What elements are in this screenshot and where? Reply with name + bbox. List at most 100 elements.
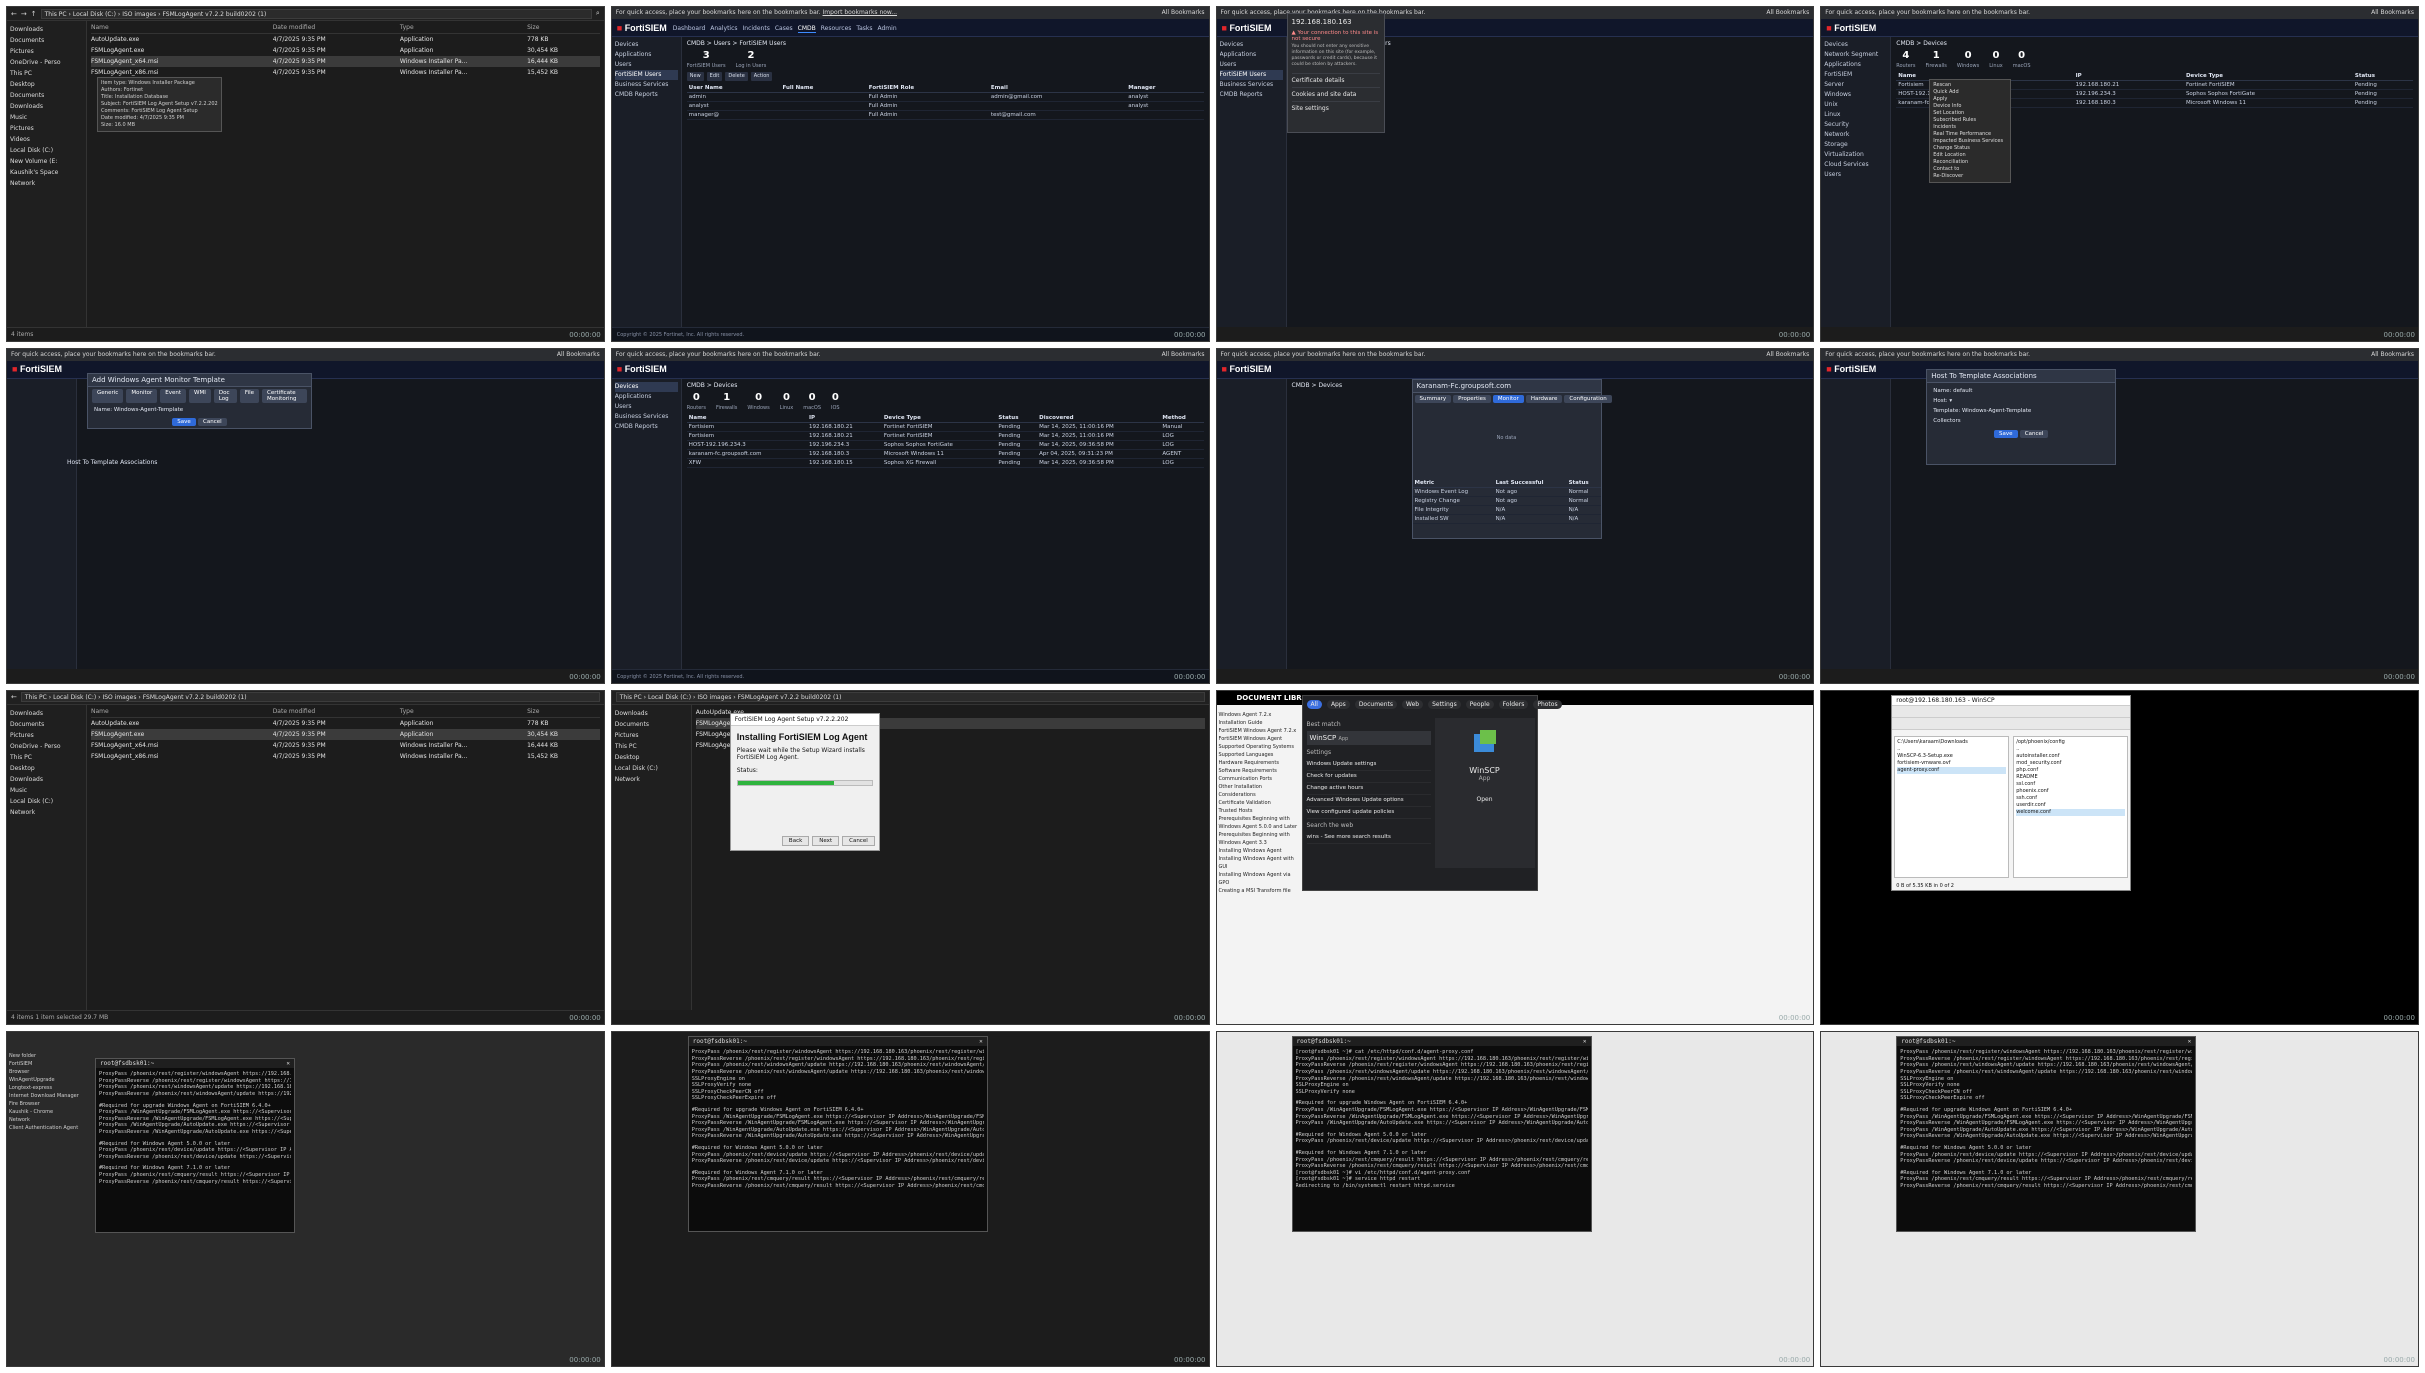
template-select[interactable]: Windows-Agent-Template	[1962, 408, 2031, 414]
doc-tree: Windows Agent 7.2.x Installation Guide F…	[1218, 711, 1298, 894]
save-button[interactable]: Save	[172, 417, 196, 426]
association-name-field[interactable]: default	[1953, 388, 1972, 394]
tile-template-association: For quick access, place your bookmarks h…	[1820, 347, 2419, 684]
host-select[interactable]: ▾	[1949, 398, 1952, 404]
users-toolbar: New Edit Delete Action	[686, 72, 1204, 81]
search-icon[interactable]: ⌕	[596, 9, 600, 18]
table-row[interactable]: Fortisiem 192.168.180.21 Fortinet FortiSIE…	[686, 422, 1204, 432]
nav-item[interactable]: OneDrive - Perso	[10, 57, 83, 68]
nav-item[interactable]: Pictures	[10, 46, 83, 57]
file-row[interactable]: FSMLogAgent.exe 4/7/2025 9:35 PM Applicati…	[91, 45, 600, 56]
table-row[interactable]: Windows Event Log Not ago Normal	[1412, 487, 1601, 497]
install-progress-fill	[737, 780, 835, 785]
video-timestamp: 00:00:00	[1778, 672, 1811, 681]
close-icon[interactable]: ✕	[286, 1060, 290, 1067]
back-icon[interactable]: ←	[11, 10, 17, 18]
table-row[interactable]: karanam-fc.groupsoft.com192.168.180.3Mic…	[686, 449, 1204, 459]
sidebar-item[interactable]: Devices	[615, 40, 678, 50]
table-row[interactable]: Fortisiem 192.168.180.21 Fortinet FortiSIE…	[686, 431, 1204, 441]
table-row[interactable]: manager@ Full Admin test@gmail.com	[686, 110, 1204, 120]
nav-item[interactable]: This PC	[10, 68, 83, 79]
fortisiem-logo: ■ FortiSIEM	[616, 22, 667, 33]
cancel-button[interactable]: Cancel	[2019, 429, 2049, 438]
site-settings-item[interactable]: Site settings	[1291, 101, 1380, 115]
winscp-toolbar	[1892, 705, 2131, 718]
sidebar-item[interactable]: Applications	[615, 50, 678, 60]
sidebar-item[interactable]: Business Services	[615, 80, 678, 90]
top-nav: Dashboard Analytics Incidents Cases CMDB Reso…	[672, 24, 897, 33]
tile-fortisiem-users: For quick access, place your bookmarks h…	[610, 6, 1210, 342]
table-row[interactable]: admin Full Admin admin@gmail.com analyst	[686, 92, 1204, 102]
nav-item[interactable]: Videos	[10, 134, 83, 145]
table-row[interactable]: File Integrity N/A N/A	[1412, 505, 1601, 515]
nav-item[interactable]: New Volume (E:	[10, 156, 83, 167]
table-row[interactable]: Registry Change Not ago Normal	[1412, 496, 1601, 506]
sidebar-item[interactable]: CMDB Reports	[615, 90, 678, 100]
address-bar[interactable]: This PC › Local Disk (C:) › ISO images ›…	[40, 8, 592, 19]
table-row[interactable]: XFW 192.168.180.15 Sophos XG Firewall Pendi…	[686, 458, 1204, 468]
forward-icon[interactable]: →	[21, 10, 27, 18]
close-icon[interactable]: ✕	[979, 1038, 983, 1045]
cmdb-sidebar: Devices Applications Users FortiSIEM Use…	[1216, 37, 1287, 327]
terminal-window[interactable]: root@fsdbsk01:~ ✕ ProxyPass /phoenix/rest…	[1896, 1036, 2197, 1233]
nav-item[interactable]: Network	[10, 178, 83, 189]
terminal-window[interactable]: root@fsdbsk01:~ ✕ [root@fsdbsk01 ~]# cat …	[1291, 1036, 1592, 1233]
video-timestamp: 00:00:00	[2383, 672, 2415, 681]
close-icon[interactable]: ✕	[2188, 1038, 2192, 1045]
users-table: User Name Full Name FortiSIEM Role Email Man…	[686, 84, 1204, 120]
terminal-window[interactable]: root@fsdbsk01:~ ✕ ProxyPass /phoenix/rest…	[687, 1036, 988, 1233]
cancel-button[interactable]: Cancel	[842, 835, 875, 846]
nav-item[interactable]: Local Disk (C:)	[10, 145, 83, 156]
nav-item[interactable]: Desktop	[10, 79, 83, 90]
nav-item[interactable]: Downloads	[10, 101, 83, 112]
best-match-result[interactable]: WinSCP App	[1306, 730, 1431, 745]
file-tooltip: Item type: Windows Installer Package Aut…	[97, 77, 222, 132]
association-dialog: Host To Template Associations Name: defa…	[1926, 368, 2117, 465]
close-icon[interactable]: ✕	[1583, 1038, 1587, 1045]
video-timestamp: 00:00:00	[1174, 672, 1206, 681]
video-timestamp: 00:00:00	[1174, 1014, 1206, 1023]
nav-item[interactable]: Kaushik's Space	[10, 167, 83, 178]
cookies-item[interactable]: Cookies and site data	[1291, 87, 1380, 101]
host-tabs: Summary Properties Monitor Hardware Conf…	[1413, 393, 1612, 405]
import-bookmarks-link[interactable]: Import bookmarks now...	[823, 9, 898, 16]
terminal-window[interactable]: root@fsdbsk01:~ ✕ ProxyPass /phoenix/rest…	[95, 1058, 295, 1234]
file-row[interactable]: FSMLogAgent.exe 4/7/2025 9:35 PM Applicati…	[91, 728, 600, 740]
sidebar-item[interactable]: FortiSIEM Users	[614, 70, 678, 80]
up-icon[interactable]: ↑	[31, 10, 37, 18]
back-button[interactable]: Back	[781, 835, 810, 846]
next-button[interactable]: Next	[812, 835, 840, 846]
video-timestamp: 00:00:00	[2383, 1014, 2415, 1023]
cancel-button[interactable]: Cancel	[198, 417, 227, 426]
nav-item[interactable]: Pictures	[10, 123, 83, 134]
table-row[interactable]: analyst Full Admin analyst	[686, 101, 1204, 111]
video-timestamp: 00:00:00	[1174, 330, 1206, 339]
monitor-table: Metric Last Successful Status Windows Even…	[1412, 478, 1601, 524]
all-bookmarks[interactable]: All Bookmarks	[1162, 7, 1205, 19]
template-name-field[interactable]: Windows-Agent-Template	[114, 407, 183, 413]
nav-item[interactable]: Documents	[10, 35, 83, 46]
file-row[interactable]: FSMLogAgent_x86.msi 4/7/2025 9:35 PM Windo…	[91, 751, 600, 762]
nav-item[interactable]: Music	[10, 112, 83, 123]
tile-terminal-4: root@fsdbsk01:~ ✕ ProxyPass /phoenix/rest…	[1820, 1031, 2419, 1367]
tile-explorer-tooltip: ← → ↑ This PC › Local Disk (C:) › ISO im…	[6, 6, 605, 342]
file-row[interactable]: FSMLogAgent_x64.msi 4/7/2025 9:35 PM Windo…	[91, 740, 600, 751]
sidebar-item[interactable]: Users	[615, 60, 678, 70]
tile-security-popup: For quick access, place your bookmarks h…	[1215, 6, 1815, 342]
save-button[interactable]: Save	[1994, 429, 2018, 438]
nav-item[interactable]: Documents	[10, 90, 83, 101]
web-search-result[interactable]: wins - See more search results	[1306, 832, 1431, 844]
table-row[interactable]: HOST-192.196.234.3 192.196.234.3 Sophos So…	[686, 440, 1204, 450]
certificate-details-item[interactable]: Certificate details	[1291, 73, 1380, 87]
screenshot-grid: ← → ↑ This PC › Local Disk (C:) › ISO im…	[6, 6, 2419, 1367]
file-row[interactable]: AutoUpdate.exe 4/7/2025 9:35 PM Applicatio…	[91, 34, 600, 45]
nav-item[interactable]: Downloads	[10, 24, 83, 35]
device-context-menu: Rescan Quick Add Apply Device Info Set L…	[1929, 79, 2012, 183]
address-bar[interactable]: This PC › Local Disk (C:) › ISO images ›…	[20, 692, 600, 702]
open-action[interactable]: Open	[1435, 796, 1535, 803]
back-icon[interactable]: ←	[11, 693, 17, 701]
file-row[interactable]: FSMLogAgent_x64.msi 4/7/2025 9:35 PM Windo…	[91, 56, 600, 67]
file-row[interactable]: AutoUpdate.exe 4/7/2025 9:35 PM Applicatio…	[91, 718, 600, 729]
table-row[interactable]: Installed SW N/A N/A	[1412, 514, 1601, 524]
tile-installer: This PC › Local Disk (C:) › ISO images ›…	[610, 689, 1210, 1026]
